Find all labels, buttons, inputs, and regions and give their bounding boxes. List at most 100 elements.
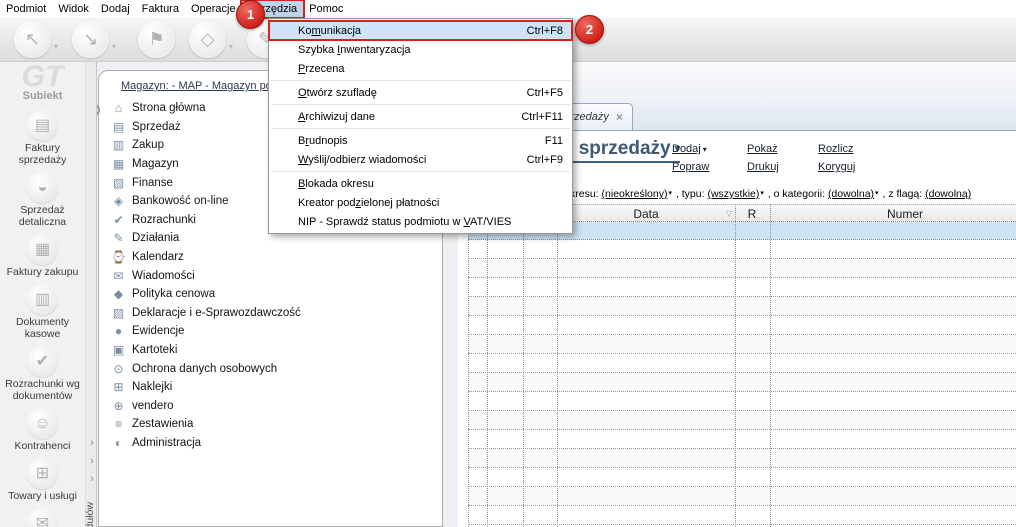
grid-column-line [770,204,771,527]
table-row[interactable] [468,430,1016,449]
sidebar-item-faktury-sprzedazy[interactable]: ▤ Faktury sprzedaży [0,107,85,169]
table-row[interactable] [468,373,1016,392]
table-row[interactable] [468,411,1016,430]
menu-item-kreator-platnosci[interactable]: Kreator podzielonej płatności [269,193,572,212]
send-arrow-icon[interactable]: ↘ [72,21,110,58]
menu-item-wyslij-odbierz[interactable]: Wyślij/odbierz wiadomości Ctrl+F9 [269,150,572,169]
tree-item-zestawienia[interactable]: ≡ Zestawienia [99,415,442,434]
filter-flaga-value[interactable]: (dowolną) [925,188,971,200]
table-row[interactable] [468,468,1016,487]
flag-glyph: ⚑ [148,29,165,49]
goods-services-icon: ⊞ [27,458,58,489]
filter-kategoria-label: , o kategorii: [767,188,826,200]
grid-rows [468,240,1016,527]
koryguj-button[interactable]: Koryguj [818,161,855,173]
sidebar-item-kontrahenci[interactable]: ☺ Kontrahenci [0,405,85,455]
menu-item-nip-vat-vies[interactable]: NIP - Sprawdź status podmiotu w VAT/VIES [269,212,572,231]
table-row[interactable] [468,449,1016,468]
filter-bar: z okresu: (nieokreślony)▾ , typu: (wszys… [556,188,971,200]
filter-okres-value[interactable]: (nieokreślony) [602,188,668,200]
tree-item-label: Kartoteki [132,344,178,357]
tree-item-kalendarz[interactable]: ⌚ Kalendarz [99,248,442,267]
table-row[interactable] [468,392,1016,411]
tree-item-kartoteki[interactable]: ▣ Kartoteki [99,341,442,360]
menu-podmiot[interactable]: Podmiot [0,1,52,17]
table-row[interactable] [468,487,1016,506]
tree-item-label: Administracja [132,436,202,449]
sidebar-item-sprzedaz-detaliczna[interactable]: ◒ Sprzedaż detaliczna [0,169,85,231]
rozlicz-button[interactable]: Rozlicz [818,143,853,155]
dropdown-caret-icon[interactable]: ▾ [54,42,58,51]
table-row[interactable] [468,335,1016,354]
tree-item-polityka-cenowa[interactable]: ◆ Polityka cenowa [99,285,442,304]
menu-item-komunikacja[interactable]: Komunikacja Ctrl+F8 [268,20,573,41]
home-icon: ⌂ [114,101,123,116]
table-row[interactable] [468,316,1016,335]
table-row[interactable] [468,278,1016,297]
flag-icon[interactable]: ⚑ [138,21,176,58]
chevron-right-icon[interactable]: › [87,454,97,468]
menu-item-szybka-inwentaryzacja[interactable]: Szybka Inwentaryzacja [269,40,572,59]
sidebar-item-dokumenty-kasowe[interactable]: ▥ Dokumenty kasowe [0,281,85,343]
menu-widok[interactable]: Widok [52,1,95,17]
menu-item-archiwizuj-dane[interactable]: Archiwizuj dane Ctrl+F11 [269,107,572,126]
grid-column-line [523,204,524,527]
table-row[interactable] [468,240,1016,259]
purchase-icon: ▥ [112,138,125,153]
menu-faktura[interactable]: Faktura [136,1,185,17]
table-row[interactable] [468,354,1016,373]
sales-invoices-icon: ▤ [27,110,58,141]
tree-item-ochrona-danych[interactable]: ⊙ Ochrona danych osobowych [99,359,442,378]
menu-item-otworz-szuflade[interactable]: Otwórz szufladę Ctrl+F5 [269,83,572,102]
column-header-r[interactable]: R [748,207,757,221]
close-icon[interactable]: × [616,110,623,124]
dropdown-caret-icon[interactable]: ▾ [229,42,233,51]
menu-item-blokada-okresu[interactable]: Blokada okresu [269,174,572,193]
filter-typ-value[interactable]: (wszystkie) [707,188,759,200]
select-arrow-icon[interactable]: ↖ [14,21,51,58]
card-files-icon: ▣ [112,343,125,358]
filter-kategoria-value[interactable]: (dowolna) [828,188,874,200]
new-document-icon[interactable]: ◇ [189,21,227,58]
table-row[interactable] [468,297,1016,316]
menu-item-przecena[interactable]: Przecena [269,59,572,78]
menu-item-brudnopis[interactable]: Brudnopis F11 [269,131,572,150]
column-header-data[interactable]: Data [633,207,658,221]
menu-pomoc[interactable]: Pomoc [303,1,349,17]
tree-item-deklaracje[interactable]: ▨ Deklaracje i e-Sprawozdawczość [99,304,442,323]
annotation-step-1: 1 [236,0,265,29]
tree-item-naklejki[interactable]: ⊞ Naklejki [99,378,442,397]
table-row[interactable] [468,259,1016,278]
table-row[interactable] [468,506,1016,525]
sidebar-item-towary-i-uslugi[interactable]: ⊞ Towary i usługi [0,455,85,505]
sidebar-item-wiadomosci-odebrane[interactable]: ✉ Wiadomości odebrane [0,505,85,527]
tree-item-label: Bankowość on-line [132,195,229,208]
popraw-button[interactable]: Popraw [672,161,709,173]
dodaj-button[interactable]: Dodaj ▾ [672,143,707,155]
subiekt-gt-window: Podmiot Widok Dodaj Faktura Operacje Nar… [0,0,1016,527]
data-protection-icon: ⊙ [113,361,124,376]
narzedzia-menu: Komunikacja Ctrl+F8 Szybka Inwentaryzacja… [268,18,573,234]
menubar: Podmiot Widok Dodaj Faktura Operacje Nar… [0,0,1016,19]
chevron-right-icon[interactable]: › [87,472,97,486]
retail-sales-icon: ◒ [27,172,58,203]
chevron-right-icon[interactable]: › [87,436,97,450]
menu-dodaj[interactable]: Dodaj [95,1,136,17]
tree-item-administracja[interactable]: ◐ Administracja [99,434,442,453]
drukuj-button[interactable]: Drukuj [747,161,779,173]
tree-item-ewidencje[interactable]: ● Ewidencje [99,322,442,341]
shortcut-label: F11 [544,134,563,147]
sidebar-item-rozrachunki[interactable]: ✔ Rozrachunki wg dokumentów [0,343,85,405]
menu-operacje[interactable]: Operacje [185,1,242,17]
sort-descending-icon[interactable]: ▽ [726,209,732,218]
column-header-numer[interactable]: Numer [887,207,923,221]
pokaz-button[interactable]: Pokaż [747,143,778,155]
chevron-down-icon: ▾ [875,190,879,197]
settlements-icon: ✔ [113,212,124,227]
sidebar-item-label: Towary i usługi [8,490,77,502]
tree-item-vendero[interactable]: ⊕ vendero [99,397,442,416]
tree-item-wiadomosci[interactable]: ✉ Wiadomości [99,266,442,285]
dropdown-caret-icon[interactable]: ▾ [112,42,116,51]
sidebar-item-faktury-zakupu[interactable]: ▦ Faktury zakupu [0,231,85,281]
tree-item-label: Kalendarz [132,251,184,264]
